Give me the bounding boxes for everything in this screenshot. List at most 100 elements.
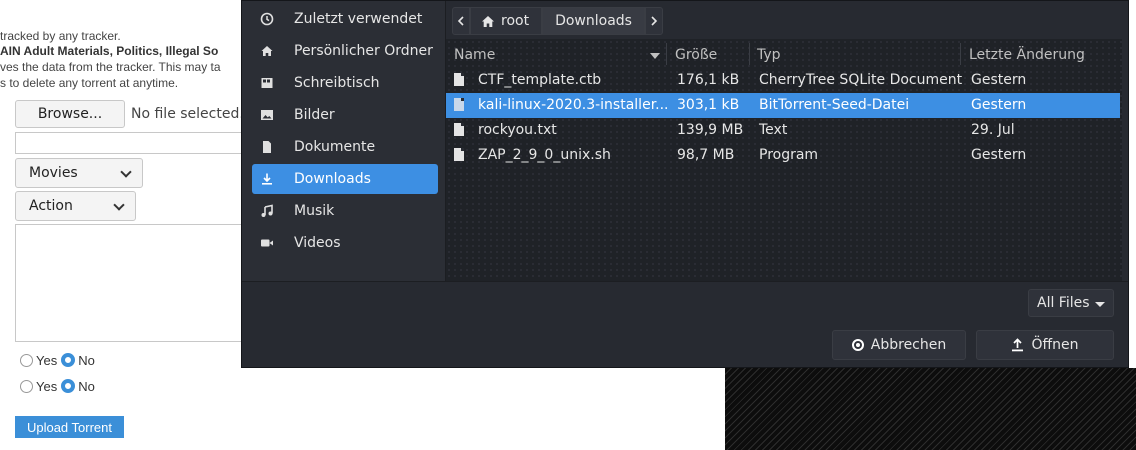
file-name: ZAP_2_9_0_unix.sh [478, 147, 611, 163]
path-scroll-left-button[interactable] [452, 7, 470, 35]
sidebar-item-label: Bilder [294, 107, 335, 123]
path-downloads-button[interactable]: Downloads [542, 7, 645, 35]
radio-yes[interactable] [20, 353, 33, 367]
upload-torrent-button[interactable]: Upload Torrent [15, 416, 124, 438]
video-icon [258, 234, 276, 252]
file-row[interactable]: rockyou.txt 139,9 MB Text 29. Jul [446, 118, 1120, 143]
file-chooser-dialog: Zuletzt verwendet Persönlicher Ordner Sc… [241, 0, 1129, 368]
file-name: kali-linux-2020.3-installer... [478, 97, 669, 113]
script-file-icon [454, 148, 464, 161]
file-size: 139,9 MB [677, 122, 744, 138]
file-icon [454, 123, 464, 136]
file-modified: 29. Jul [971, 122, 1015, 138]
sidebar-item-label: Zuletzt verwendet [294, 11, 423, 27]
column-separator [666, 43, 667, 65]
column-header-modified[interactable]: Letzte Änderung [969, 47, 1085, 63]
path-bar: root Downloads [452, 7, 663, 35]
radio-no[interactable] [61, 353, 76, 367]
radio-group-2: Yes No [20, 377, 99, 395]
sidebar-item-music[interactable]: Musik [252, 196, 438, 226]
sidebar-item-label: Schreibtisch [294, 75, 380, 91]
sidebar-item-downloads[interactable]: Downloads [252, 164, 438, 194]
sidebar-item-label: Downloads [294, 171, 371, 187]
file-modified: Gestern [971, 72, 1027, 88]
cancel-label: Abbrechen [870, 337, 947, 353]
file-name: rockyou.txt [478, 122, 557, 138]
sidebar-item-videos[interactable]: Videos [252, 228, 438, 258]
chevron-down-icon [1095, 302, 1105, 307]
background-terminal [725, 368, 1136, 450]
file-name: CTF_template.ctb [478, 72, 602, 88]
delete-note: s to delete any torrent at anytime. [0, 76, 179, 90]
sidebar-item-label: Videos [294, 235, 341, 251]
data-note: ves the data from the tracker. This may … [0, 60, 221, 74]
open-label: Öffnen [1031, 337, 1079, 353]
open-button[interactable]: Öffnen [976, 330, 1114, 360]
radio-no-label: No [78, 352, 95, 368]
file-size: 176,1 kB [677, 72, 740, 88]
description-textarea[interactable] [15, 224, 245, 342]
column-header-size[interactable]: Größe [675, 47, 717, 63]
chevron-right-icon [651, 16, 658, 26]
sidebar-item-desktop[interactable]: Schreibtisch [252, 68, 438, 98]
chevron-left-icon [457, 16, 464, 26]
genre-select[interactable]: Action [15, 191, 136, 221]
chevron-down-icon [113, 199, 125, 211]
category-select[interactable]: Movies [15, 158, 143, 188]
file-status: No file selected. [131, 106, 244, 122]
column-separator [960, 43, 961, 65]
file-type: Text [759, 122, 788, 138]
file-filter-dropdown[interactable]: All Files [1028, 289, 1114, 317]
rules-note: AIN Adult Materials, Politics, Illegal S… [0, 44, 219, 58]
file-size: 98,7 MB [677, 147, 735, 163]
file-icon [454, 73, 464, 86]
radio-yes-label: Yes [36, 352, 58, 368]
file-modified: Gestern [971, 147, 1027, 163]
category-value: Movies [29, 165, 78, 181]
file-row[interactable]: ZAP_2_9_0_unix.sh 98,7 MB Program Gester… [446, 143, 1120, 168]
radio-group-1: Yes No [20, 351, 99, 369]
cancel-icon [851, 339, 864, 351]
column-header-name[interactable]: Name [454, 47, 495, 63]
column-separator [749, 43, 750, 65]
clock-icon [258, 10, 276, 28]
file-filter-value: All Files [1037, 295, 1090, 311]
home-icon [258, 42, 276, 60]
radio-no-label: No [78, 378, 95, 394]
sidebar-item-label: Musik [294, 203, 335, 219]
download-icon [258, 170, 276, 188]
cancel-button[interactable]: Abbrechen [832, 330, 966, 360]
path-root-label: root [501, 13, 530, 29]
browse-button[interactable]: Browse... [15, 100, 125, 128]
file-type: CherryTree SQLite Document [759, 72, 963, 88]
radio-no[interactable] [61, 379, 76, 393]
sort-descending-icon [650, 53, 660, 59]
sidebar-item-home[interactable]: Persönlicher Ordner [252, 36, 438, 66]
document-icon [258, 138, 276, 156]
desktop-icon [258, 74, 276, 92]
torrent-file-icon [454, 98, 464, 111]
path-root-button[interactable]: root [470, 7, 543, 35]
genre-value: Action [29, 198, 73, 214]
file-type: BitTorrent-Seed-Datei [759, 97, 910, 113]
upload-icon [1011, 338, 1024, 352]
home-icon [482, 15, 494, 27]
file-row[interactable]: CTF_template.ctb 176,1 kB CherryTree SQL… [446, 68, 1120, 93]
radio-yes-label: Yes [36, 378, 58, 394]
name-input[interactable] [15, 132, 245, 154]
chevron-down-icon [120, 166, 132, 178]
sidebar-item-documents[interactable]: Dokumente [252, 132, 438, 162]
radio-yes[interactable] [20, 379, 33, 393]
sidebar-item-pictures[interactable]: Bilder [252, 100, 438, 130]
path-scroll-right-button[interactable] [644, 7, 663, 35]
file-row-selected[interactable]: kali-linux-2020.3-installer... 303,1 kB … [446, 93, 1120, 118]
path-current-label: Downloads [555, 13, 632, 29]
file-modified: Gestern [971, 97, 1027, 113]
file-size: 303,1 kB [677, 97, 740, 113]
tracker-note: tracked by any tracker. [0, 29, 121, 43]
image-icon [258, 106, 276, 124]
sidebar-item-recent[interactable]: Zuletzt verwendet [252, 4, 438, 34]
places-sidebar: Zuletzt verwendet Persönlicher Ordner Sc… [242, 1, 446, 281]
music-icon [258, 202, 276, 220]
column-header-type[interactable]: Typ [757, 47, 781, 63]
